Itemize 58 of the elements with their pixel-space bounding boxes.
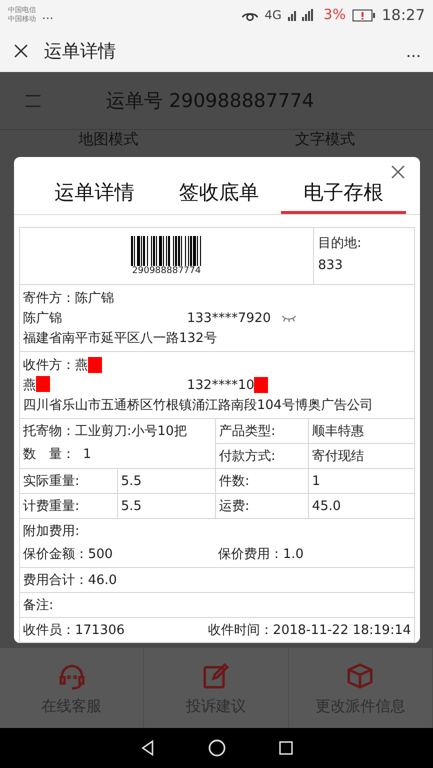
field-label: 件数: (219, 473, 250, 490)
barcode (131, 236, 202, 266)
collect-time: 收件时间：2018-11-22 18:19:14 (208, 622, 411, 639)
collector: 收件员：171306 (23, 622, 126, 639)
barcode-number: 290988887774 (132, 266, 201, 276)
field-label: 运费: (219, 498, 250, 515)
total-fee: 费用合计：46.0 (23, 572, 118, 589)
box-icon (345, 660, 376, 690)
destination-value: 833 (318, 258, 344, 273)
recents-icon (276, 739, 294, 757)
battery-icon (352, 8, 376, 22)
notification-more: ... (42, 8, 54, 22)
goods-text: 托寄物：工业剪刀:小号10把 (23, 423, 188, 440)
tab[interactable]: 签收底单 (156, 157, 282, 214)
battery-percent: 3% (324, 7, 346, 23)
page-title: 运单详情 (44, 40, 117, 63)
party-phone: 133****7920 (187, 310, 271, 326)
party-address: 福建省南平市延平区八一路132号 (23, 330, 217, 347)
waybill-title: 运单号 290988887774 (106, 88, 314, 114)
close-button[interactable] (12, 42, 30, 60)
insured-amount: 保价金额：500 (23, 547, 113, 562)
close-icon (389, 163, 407, 181)
party-phone: 132****10 (187, 378, 254, 392)
field-label: 实际重量: (23, 473, 80, 490)
field-label: 计费重量: (23, 498, 80, 515)
field-value: 寄付现结 (312, 448, 365, 465)
tab[interactable]: 运单详情 (32, 157, 157, 214)
view-tab[interactable]: 地图模式 (78, 130, 138, 148)
field-label: 付款方式: (219, 448, 276, 465)
clock: 18:27 (382, 6, 425, 24)
edit-icon (200, 660, 231, 690)
field-value: 5.5 (121, 474, 143, 488)
view-tab[interactable]: 文字模式 (294, 130, 355, 148)
remark-label: 备注: (23, 597, 54, 614)
more-button[interactable]: ... (406, 40, 421, 62)
field-value: 5.5 (121, 498, 143, 514)
party-address: 四川省乐山市五通桥区竹根镇涌江路南段104号博奥广告公司 (23, 397, 373, 414)
quantity-value: 1 (83, 446, 92, 462)
field-label: 产品类型: (219, 423, 276, 440)
closed-eye-icon (280, 313, 297, 323)
party-name: 陈广锦 (23, 310, 62, 327)
party-name: 燕 (23, 377, 36, 394)
field-value: 1 (312, 474, 322, 488)
redaction-mark (88, 357, 102, 373)
party-title: 收件方：燕 (23, 357, 88, 374)
tab[interactable]: 电子存根 (281, 157, 406, 214)
redaction-mark (254, 377, 268, 393)
redaction-mark (36, 376, 50, 392)
close-icon (12, 42, 30, 60)
party-title: 寄件方：陈广锦 (23, 290, 114, 307)
home-icon (206, 738, 226, 758)
destination-label: 目的地: (318, 235, 362, 252)
field-value: 顺丰特惠 (312, 423, 365, 440)
extra-fee-label: 附加费用: (23, 523, 80, 540)
field-value: 45.0 (312, 498, 342, 514)
insured-fee: 保价费用：1.0 (218, 546, 304, 563)
quantity-label: 数 量： (23, 446, 75, 463)
network-type: 4G (264, 8, 282, 22)
